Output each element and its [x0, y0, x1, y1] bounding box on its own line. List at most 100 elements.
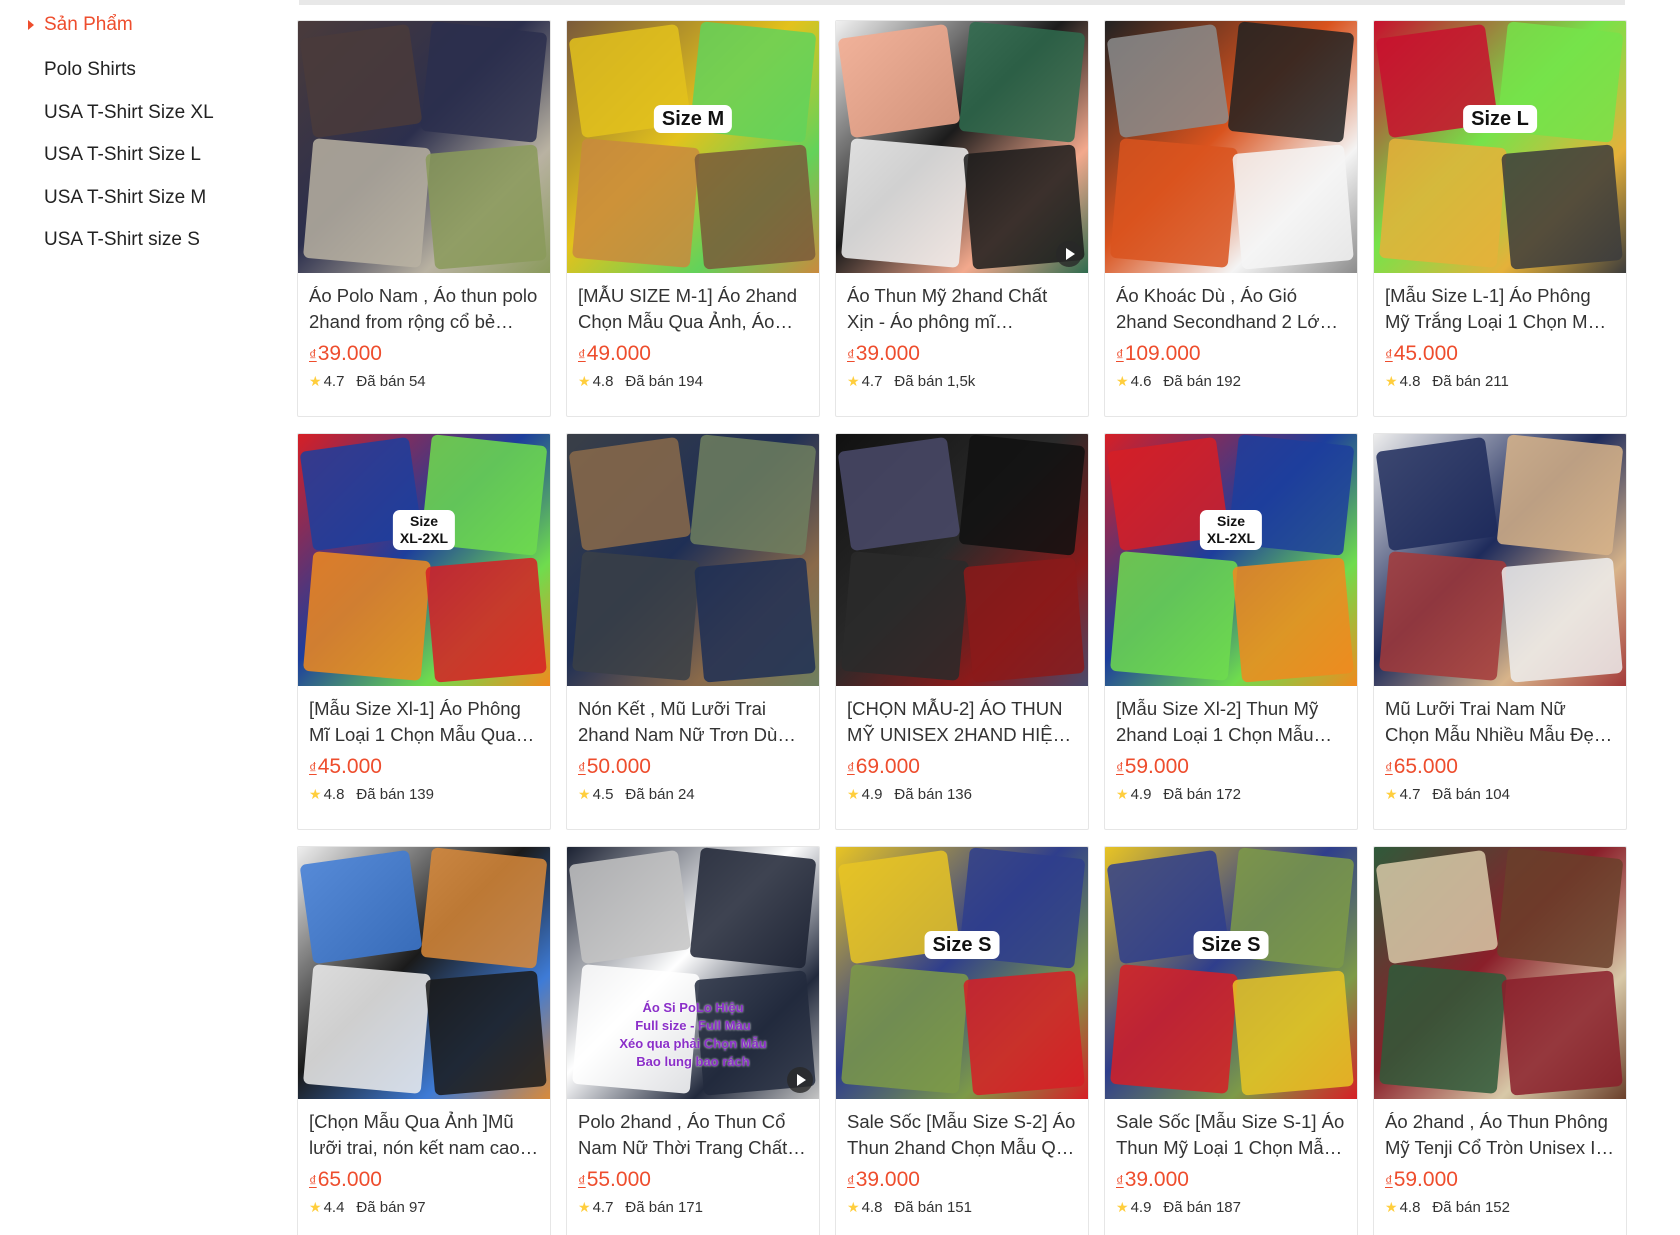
product-title[interactable]: Áo Polo Nam , Áo thun polo 2hand from rộ… — [309, 283, 539, 335]
product-rating: 4.8 — [592, 373, 614, 390]
product-card[interactable]: Size L [Mẫu Size L-1] Áo Phông Mỹ Trắng L… — [1373, 20, 1627, 417]
product-title[interactable]: Sale Sốc [Mẫu Size S-2] Áo Thun 2hand Ch… — [847, 1109, 1077, 1161]
product-title[interactable]: Sale Sốc [Mẫu Size S-1] Áo Thun Mỹ Loại … — [1116, 1109, 1346, 1161]
product-meta: ★ 4.9 Đã bán 136 — [847, 786, 1077, 803]
sold-count: Đã bán 187 — [1163, 1199, 1241, 1216]
sold-count: Đã bán 24 — [625, 786, 695, 803]
sidebar-item-usa-tshirt-m[interactable]: USA T-Shirt Size M — [44, 184, 214, 227]
product-card[interactable]: Áo Khoác Dù , Áo Gió 2hand Secondhand 2 … — [1104, 20, 1358, 417]
product-image[interactable]: Size XL-2XL — [1105, 434, 1357, 686]
product-image[interactable]: Áo Si PoLo Hiệu Full size - Full Màu Xéo q… — [567, 847, 819, 1099]
price-amount: 59.000 — [1124, 755, 1189, 778]
star-icon: ★ — [1116, 373, 1129, 389]
sidebar-item-polo-shirts[interactable]: Polo Shirts — [44, 56, 214, 99]
product-price: ₫ 49.000 — [578, 341, 808, 369]
product-image[interactable] — [298, 847, 550, 1099]
product-image[interactable]: Size XL-2XL — [298, 434, 550, 686]
product-title[interactable]: Polo 2hand , Áo Thun Cổ Nam Nữ Thời Tran… — [578, 1109, 808, 1161]
price-amount: 50.000 — [586, 755, 651, 778]
product-price: ₫ 45.000 — [309, 754, 539, 782]
product-info: Sale Sốc [Mẫu Size S-1] Áo Thun Mỹ Loại … — [1105, 1099, 1357, 1216]
image-decoration — [963, 970, 1085, 1096]
image-decoration — [302, 964, 432, 1094]
product-title[interactable]: [MẪU SIZE M-1] Áo 2hand Chọn Mẫu Qua Ảnh… — [578, 283, 808, 335]
image-decoration — [425, 144, 547, 270]
product-image[interactable] — [836, 21, 1088, 273]
product-info: Nón Kết , Mũ Lưỡi Trai 2hand Nam Nữ Trơn… — [567, 686, 819, 803]
sold-count: Đã bán 104 — [1432, 786, 1510, 803]
sidebar-item-usa-tshirt-s[interactable]: USA T-Shirt size S — [44, 226, 214, 269]
product-title[interactable]: Áo 2hand , Áo Thun Phông Mỹ Tenji Cổ Trò… — [1385, 1109, 1615, 1161]
product-image[interactable] — [1374, 847, 1626, 1099]
product-title[interactable]: Áo Khoác Dù , Áo Gió 2hand Secondhand 2 … — [1116, 283, 1346, 335]
product-price: ₫ 39.000 — [309, 341, 539, 369]
product-card[interactable]: Áo Thun Mỹ 2hand Chất Xịn - Áo phông mĩ … — [835, 20, 1089, 417]
product-title[interactable]: [CHỌN MẪU-2] ÁO THUN MỸ UNISEX 2HAND HIỆ… — [847, 696, 1077, 748]
play-video-icon[interactable] — [787, 1067, 813, 1093]
product-card[interactable]: Size XL-2XL [Mẫu Size Xl-1] Áo Phông Mĩ Lo… — [297, 433, 551, 830]
product-info: Áo Khoác Dù , Áo Gió 2hand Secondhand 2 … — [1105, 273, 1357, 390]
sold-count: Đã bán 194 — [625, 373, 703, 390]
sold-count: Đã bán 172 — [1163, 786, 1241, 803]
product-title[interactable]: [Mẫu Size Xl-2] Thun Mỹ 2hand Loại 1 Chọ… — [1116, 696, 1346, 748]
product-image[interactable] — [298, 21, 550, 273]
product-meta: ★ 4.7 Đã bán 1,5k — [847, 373, 1077, 390]
product-price: ₫ 55.000 — [578, 1167, 808, 1195]
currency-symbol: ₫ — [578, 1173, 586, 1190]
product-image[interactable] — [567, 434, 819, 686]
product-title[interactable]: Nón Kết , Mũ Lưỡi Trai 2hand Nam Nữ Trơn… — [578, 696, 808, 748]
product-title[interactable]: [Mẫu Size Xl-1] Áo Phông Mĩ Loại 1 Chọn … — [309, 696, 539, 748]
product-card[interactable]: Áo 2hand , Áo Thun Phông Mỹ Tenji Cổ Trò… — [1373, 846, 1627, 1235]
image-decoration — [694, 144, 816, 270]
currency-symbol: ₫ — [578, 347, 586, 364]
star-icon: ★ — [309, 1199, 322, 1215]
product-rating: 4.8 — [1399, 373, 1421, 390]
image-decoration — [694, 557, 816, 683]
category-list: Polo Shirts USA T-Shirt Size XL USA T-Sh… — [44, 56, 214, 269]
image-decoration — [1496, 434, 1624, 556]
product-card[interactable]: Size S Sale Sốc [Mẫu Size S-2] Áo Thun 2h… — [835, 846, 1089, 1235]
price-amount: 55.000 — [586, 1168, 651, 1191]
price-amount: 59.000 — [1393, 1168, 1458, 1191]
product-title[interactable]: [Chọn Mẫu Qua Ảnh ]Mũ lưỡi trai, nón kết… — [309, 1109, 539, 1161]
image-decoration — [1109, 551, 1239, 681]
product-image[interactable]: Size S — [836, 847, 1088, 1099]
product-card[interactable]: [Chọn Mẫu Qua Ảnh ]Mũ lưỡi trai, nón kết… — [297, 846, 551, 1235]
product-image[interactable]: Size M — [567, 21, 819, 273]
sidebar-item-usa-tshirt-xl[interactable]: USA T-Shirt Size XL — [44, 99, 214, 142]
product-title[interactable]: [Mẫu Size L-1] Áo Phông Mỹ Trắng Loại 1 … — [1385, 283, 1615, 335]
product-card[interactable]: Áo Si PoLo Hiệu Full size - Full Màu Xéo q… — [566, 846, 820, 1235]
product-meta: ★ 4.4 Đã bán 97 — [309, 1199, 539, 1216]
play-video-icon[interactable] — [1056, 241, 1082, 267]
category-header[interactable]: Sản Phẩm — [28, 14, 133, 36]
sidebar-item-usa-tshirt-l[interactable]: USA T-Shirt Size L — [44, 141, 214, 184]
product-title[interactable]: Mũ Lưỡi Trai Nam Nữ Chọn Mẫu Nhiều Mẫu Đ… — [1385, 696, 1615, 748]
product-info: [Chọn Mẫu Qua Ảnh ]Mũ lưỡi trai, nón kết… — [298, 1099, 550, 1216]
product-card[interactable]: Mũ Lưỡi Trai Nam Nữ Chọn Mẫu Nhiều Mẫu Đ… — [1373, 433, 1627, 830]
product-card[interactable]: [CHỌN MẪU-2] ÁO THUN MỸ UNISEX 2HAND HIỆ… — [835, 433, 1089, 830]
product-card[interactable]: Áo Polo Nam , Áo thun polo 2hand from rộ… — [297, 20, 551, 417]
product-image[interactable]: Size L — [1374, 21, 1626, 273]
product-title[interactable]: Áo Thun Mỹ 2hand Chất Xịn - Áo phông mĩ … — [847, 283, 1077, 335]
product-meta: ★ 4.7 Đã bán 54 — [309, 373, 539, 390]
product-image[interactable] — [1105, 21, 1357, 273]
product-card[interactable]: Size S Sale Sốc [Mẫu Size S-1] Áo Thun Mỹ… — [1104, 846, 1358, 1235]
product-price: ₫ 45.000 — [1385, 341, 1615, 369]
product-rating: 4.8 — [1399, 1199, 1421, 1216]
product-card[interactable]: Size XL-2XL [Mẫu Size Xl-2] Thun Mỹ 2hand … — [1104, 433, 1358, 830]
product-image[interactable] — [1374, 434, 1626, 686]
product-card[interactable]: Size M [MẪU SIZE M-1] Áo 2hand Chọn Mẫu Q… — [566, 20, 820, 417]
product-info: Polo 2hand , Áo Thun Cổ Nam Nữ Thời Tran… — [567, 1099, 819, 1216]
image-decoration — [299, 849, 423, 965]
product-card[interactable]: Nón Kết , Mũ Lưỡi Trai 2hand Nam Nữ Trơn… — [566, 433, 820, 830]
product-info: [Mẫu Size Xl-1] Áo Phông Mĩ Loại 1 Chọn … — [298, 686, 550, 803]
image-decoration — [840, 138, 970, 268]
star-icon: ★ — [578, 786, 591, 802]
size-tag: Size XL-2XL — [392, 510, 456, 550]
image-decoration — [1501, 557, 1623, 683]
product-image[interactable]: Size S — [1105, 847, 1357, 1099]
product-image[interactable] — [836, 434, 1088, 686]
product-rating: 4.9 — [1130, 1199, 1152, 1216]
star-icon: ★ — [847, 786, 860, 802]
currency-symbol: ₫ — [1116, 1173, 1124, 1190]
